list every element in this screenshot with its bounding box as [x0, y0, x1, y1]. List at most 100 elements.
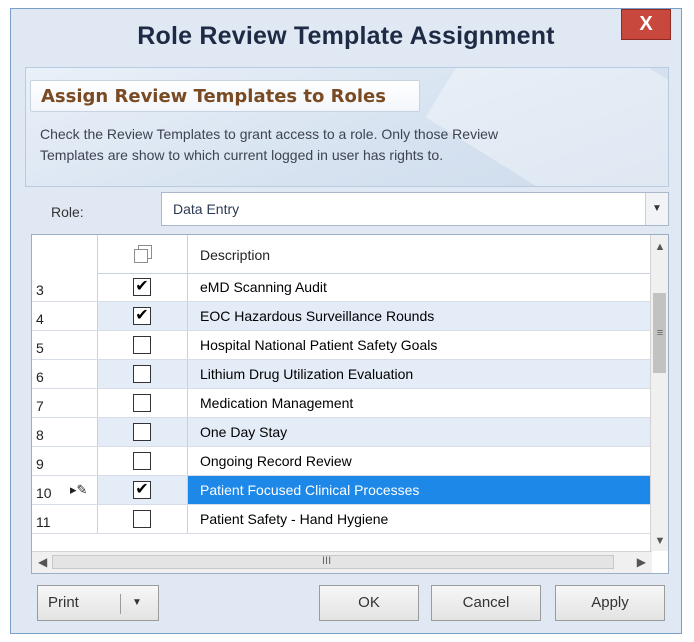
template-description: One Day Stay: [200, 424, 288, 440]
template-checkbox[interactable]: [133, 423, 151, 441]
ok-button[interactable]: OK: [319, 585, 419, 621]
row-number: 9: [36, 456, 44, 472]
check-cell: [98, 505, 188, 533]
table-row[interactable]: 11 Patient Safety - Hand Hygiene: [32, 505, 652, 534]
template-description: Patient Focused Clinical Processes: [200, 482, 420, 498]
row-number: 4: [36, 311, 44, 327]
template-checkbox[interactable]: [133, 394, 151, 412]
table-row[interactable]: 3 ✔ eMD Scanning Audit: [32, 273, 652, 302]
horizontal-grip-icon: III: [322, 555, 332, 567]
table-row[interactable]: 4 ✔ EOC Hazardous Surveillance Rounds: [32, 302, 652, 331]
banner-description-line-1: Check the Review Templates to grant acce…: [40, 126, 499, 142]
dialog-window: Role Review Template Assignment X Assign…: [10, 8, 682, 634]
title-bar: Role Review Template Assignment X: [11, 9, 681, 67]
check-cell: ✔: [98, 302, 188, 330]
select-all-icon[interactable]: [134, 245, 152, 263]
description-cell[interactable]: One Day Stay: [188, 418, 652, 446]
template-description: Patient Safety - Hand Hygiene: [200, 511, 389, 527]
role-dropdown[interactable]: Data Entry ▼: [161, 192, 669, 226]
header-check-cell: [98, 235, 188, 273]
horizontal-scroll-thumb[interactable]: [52, 555, 614, 569]
templates-grid: Description 3 ✔ eMD Scanning Audit 4 ✔ EOC Ha…: [31, 234, 669, 574]
template-description: EOC Hazardous Surveillance Rounds: [200, 308, 435, 324]
banner-title-box: Assign Review Templates to Roles: [30, 80, 420, 112]
template-checkbox[interactable]: ✔: [133, 481, 151, 499]
table-row[interactable]: 8 One Day Stay: [32, 418, 652, 447]
header-rownum-cell: [32, 235, 98, 273]
header-banner: Assign Review Templates to Roles Check t…: [25, 67, 669, 187]
template-checkbox[interactable]: [133, 452, 151, 470]
dropdown-arrow-icon[interactable]: ▼: [645, 193, 668, 225]
row-number-cell[interactable]: 5: [32, 331, 98, 359]
check-cell: [98, 418, 188, 446]
table-row[interactable]: 6 Lithium Drug Utilization Evaluation: [32, 360, 652, 389]
check-cell: [98, 447, 188, 475]
print-separator: [120, 594, 121, 614]
row-number-cell[interactable]: 7: [32, 389, 98, 417]
template-checkbox[interactable]: [133, 336, 151, 354]
row-number: 3: [36, 282, 44, 298]
check-cell: ✔: [98, 476, 188, 504]
scroll-right-icon[interactable]: ▶: [637, 555, 646, 569]
row-number: 6: [36, 369, 44, 385]
description-cell[interactable]: Lithium Drug Utilization Evaluation: [188, 360, 652, 388]
template-description: Hospital National Patient Safety Goals: [200, 337, 438, 353]
cancel-button[interactable]: Cancel: [431, 585, 541, 621]
header-description-cell[interactable]: Description: [188, 235, 652, 273]
apply-button[interactable]: Apply: [555, 585, 665, 621]
table-row[interactable]: 7 Medication Management: [32, 389, 652, 418]
template-description: Medication Management: [200, 395, 354, 411]
row-number: 5: [36, 340, 44, 356]
check-cell: [98, 389, 188, 417]
template-checkbox[interactable]: [133, 365, 151, 383]
row-number-cell[interactable]: 6: [32, 360, 98, 388]
header-description-label: Description: [200, 247, 271, 263]
vertical-scrollbar[interactable]: ▲ ≡ ▼: [650, 235, 668, 551]
description-cell[interactable]: Hospital National Patient Safety Goals: [188, 331, 652, 359]
template-description: Ongoing Record Review: [200, 453, 352, 469]
scroll-down-icon[interactable]: ▼: [651, 535, 668, 547]
template-checkbox[interactable]: ✔: [133, 307, 151, 325]
grid-header: Description: [32, 235, 652, 274]
scroll-left-icon[interactable]: ◀: [38, 555, 47, 569]
print-button-label: Print: [48, 594, 79, 611]
close-button[interactable]: X: [621, 9, 671, 40]
table-row[interactable]: 9 Ongoing Record Review: [32, 447, 652, 476]
print-button[interactable]: Print ▼: [37, 585, 159, 621]
row-number-cell[interactable]: 10 ▸✎: [32, 476, 98, 504]
banner-description: Check the Review Templates to grant acce…: [40, 124, 660, 166]
table-row[interactable]: 10 ▸✎ ✔ Patient Focused Clinical Processes: [32, 476, 652, 505]
check-cell: [98, 360, 188, 388]
template-description: eMD Scanning Audit: [200, 279, 327, 295]
chevron-down-icon[interactable]: ▼: [132, 586, 142, 620]
scroll-grip-icon: ≡: [656, 327, 664, 339]
description-cell[interactable]: Medication Management: [188, 389, 652, 417]
check-cell: [98, 331, 188, 359]
template-checkbox[interactable]: [133, 510, 151, 528]
banner-title: Assign Review Templates to Roles: [41, 86, 386, 107]
description-cell[interactable]: Ongoing Record Review: [188, 447, 652, 475]
horizontal-scrollbar[interactable]: ◀ III ▶: [32, 551, 652, 573]
row-number-cell[interactable]: 3: [32, 273, 98, 301]
role-dropdown-value: Data Entry: [173, 201, 240, 217]
row-number: 11: [36, 514, 51, 530]
row-number: 8: [36, 427, 44, 443]
window-title: Role Review Template Assignment: [137, 22, 555, 50]
banner-description-line-2: Templates are show to which current logg…: [40, 147, 444, 163]
template-description: Lithium Drug Utilization Evaluation: [200, 366, 414, 382]
scroll-up-icon[interactable]: ▲: [651, 241, 668, 253]
check-cell: ✔: [98, 273, 188, 301]
table-row[interactable]: 5 Hospital National Patient Safety Goals: [32, 331, 652, 360]
description-cell[interactable]: eMD Scanning Audit: [188, 273, 652, 301]
row-number-cell[interactable]: 11: [32, 505, 98, 533]
template-checkbox[interactable]: ✔: [133, 278, 151, 296]
row-number-cell[interactable]: 4: [32, 302, 98, 330]
row-number-cell[interactable]: 9: [32, 447, 98, 475]
row-number: 10: [36, 485, 52, 501]
row-number-cell[interactable]: 8: [32, 418, 98, 446]
description-cell[interactable]: Patient Safety - Hand Hygiene: [188, 505, 652, 533]
role-label: Role:: [51, 204, 84, 220]
description-cell[interactable]: Patient Focused Clinical Processes: [188, 476, 652, 504]
row-number: 7: [36, 398, 44, 414]
description-cell[interactable]: EOC Hazardous Surveillance Rounds: [188, 302, 652, 330]
